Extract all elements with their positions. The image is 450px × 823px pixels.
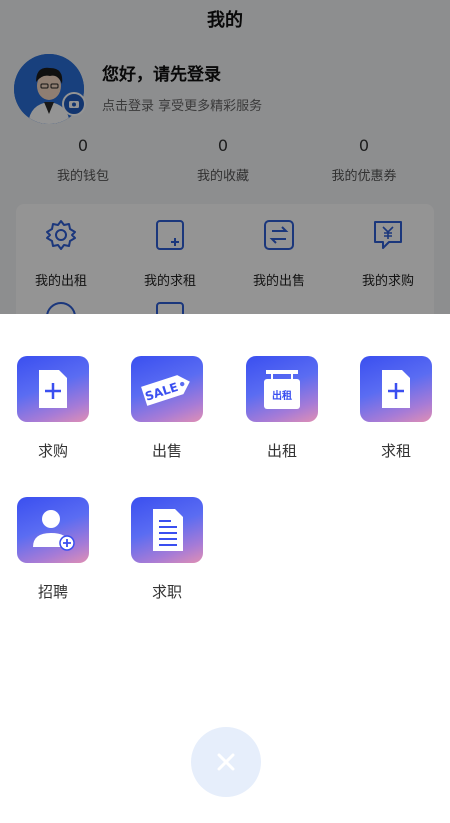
action-label: 求购 — [37, 442, 68, 460]
action-sell[interactable]: SALE 出售 — [117, 356, 217, 461]
sale-tag-icon: SALE — [131, 356, 203, 422]
document-add-icon — [17, 356, 89, 422]
action-label: 求职 — [151, 583, 182, 601]
action-buy-wanted[interactable]: 求购 — [3, 356, 103, 461]
action-rent-out[interactable]: 出租 出租 — [232, 356, 332, 461]
close-button[interactable] — [191, 727, 261, 797]
action-label: 出租 — [266, 442, 297, 460]
action-label: 出售 — [151, 442, 182, 460]
action-label: 求租 — [380, 442, 411, 460]
rent-sign-icon: 出租 — [246, 356, 318, 422]
document-add-icon — [360, 356, 432, 422]
action-label: 招聘 — [37, 583, 68, 601]
user-add-icon — [17, 497, 89, 563]
close-icon — [217, 753, 235, 771]
action-rent-wanted[interactable]: 求租 — [346, 356, 446, 461]
resume-icon — [131, 497, 203, 563]
action-job-seek[interactable]: 求职 — [117, 497, 217, 602]
rent-sign-text: 出租 — [272, 389, 292, 402]
action-recruit[interactable]: 招聘 — [3, 497, 103, 602]
